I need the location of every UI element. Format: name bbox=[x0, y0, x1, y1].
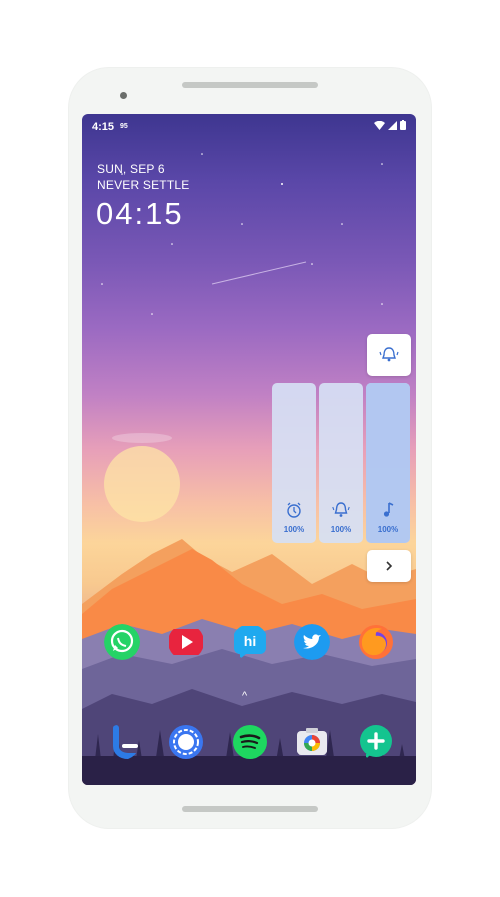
spotify-icon[interactable] bbox=[232, 724, 268, 760]
youtube-icon[interactable] bbox=[168, 624, 204, 660]
ring-volume-percent: 100% bbox=[330, 525, 352, 534]
bell-vibrate-icon bbox=[379, 347, 399, 362]
home-screen: 4:15 95 SUN, SEP 6 NEVER SETTLE 04:15 10… bbox=[82, 114, 416, 785]
whatsapp-icon[interactable] bbox=[104, 624, 140, 660]
signal-icon[interactable] bbox=[168, 724, 204, 760]
alarm-volume-slider[interactable]: 100% bbox=[272, 383, 316, 543]
front-camera bbox=[120, 92, 127, 99]
alarm-volume-percent: 100% bbox=[283, 525, 305, 534]
hike-icon[interactable]: hi bbox=[232, 624, 268, 660]
app-drawer-hint[interactable]: ^ bbox=[242, 690, 247, 702]
phone-icon[interactable] bbox=[104, 724, 140, 760]
motto-text: NEVER SETTLE bbox=[97, 178, 190, 192]
status-time: 4:15 bbox=[92, 121, 115, 133]
media-volume-percent: 100% bbox=[377, 525, 399, 534]
bell-icon bbox=[332, 502, 350, 517]
clock-widget[interactable]: 04:15 bbox=[96, 196, 184, 232]
ring-volume-slider[interactable]: 100% bbox=[319, 383, 363, 543]
slider-fill bbox=[366, 383, 410, 543]
status-indicator: 95 bbox=[120, 123, 128, 130]
battery-icon bbox=[400, 120, 406, 130]
date-text: SUN, SEP 6 bbox=[97, 162, 165, 176]
ringer-mode-button[interactable] bbox=[367, 334, 411, 376]
alarm-icon bbox=[287, 502, 301, 518]
chevron-right-icon bbox=[386, 561, 393, 571]
status-bar: 4:15 95 bbox=[82, 114, 416, 138]
media-volume-slider[interactable]: 100% bbox=[366, 383, 410, 543]
expand-volume-button[interactable] bbox=[367, 550, 411, 582]
music-note-icon bbox=[383, 502, 394, 517]
speaker-grille bbox=[182, 82, 318, 88]
firefox-icon[interactable] bbox=[358, 624, 394, 660]
svg-text:hi: hi bbox=[244, 633, 256, 649]
add-app-icon[interactable] bbox=[358, 724, 394, 760]
twitter-icon[interactable] bbox=[294, 624, 330, 660]
signal-icon bbox=[388, 120, 397, 130]
camera-icon[interactable] bbox=[294, 724, 330, 760]
phone-frame: 4:15 95 SUN, SEP 6 NEVER SETTLE 04:15 10… bbox=[69, 68, 431, 828]
bottom-speaker bbox=[182, 806, 318, 812]
wifi-icon bbox=[374, 120, 385, 130]
